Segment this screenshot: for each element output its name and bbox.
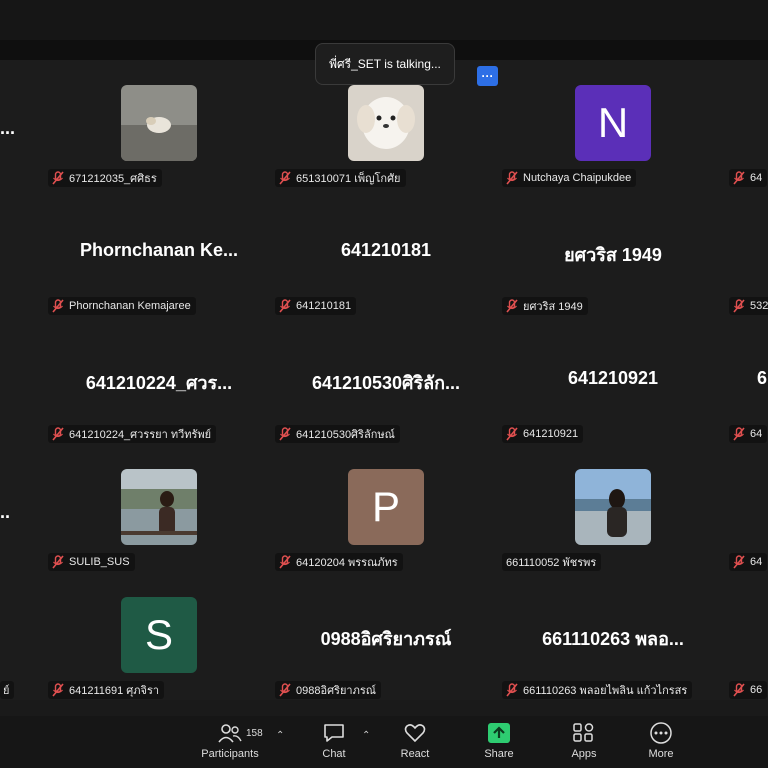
participant-label: ยศวริส 1949 <box>502 297 588 315</box>
mic-muted-icon <box>733 555 745 569</box>
participant-tile[interactable]: 661110052 พัชรพร <box>500 444 726 571</box>
participant-tile[interactable]: ยศวริส 1949 ยศวริส 1949 <box>500 188 726 315</box>
participants-caret[interactable]: ⌃ <box>276 730 284 741</box>
left-tile-name-2: .. <box>0 502 11 522</box>
video-gallery: ... .. 671212035_ศศิธร 651310071 เพ็ญโกศ… <box>0 60 768 700</box>
participant-avatar: S <box>121 597 197 673</box>
more-button[interactable]: More <box>629 722 693 760</box>
mic-muted-icon <box>52 427 64 441</box>
mic-muted-icon <box>279 171 291 185</box>
share-button[interactable]: Share <box>467 722 531 760</box>
more-options-button[interactable]: ··· <box>477 66 498 86</box>
participant-tile[interactable]: 641210224_ศวร... 641210224_ศวรรยา ทวีทรั… <box>46 316 272 443</box>
mic-muted-icon <box>506 683 518 697</box>
apps-icon <box>573 723 594 742</box>
mic-muted-icon <box>52 555 64 569</box>
mic-muted-icon <box>733 299 745 313</box>
participant-tile[interactable]: P 64120204 พรรณภัทร <box>273 444 499 571</box>
participant-label: 66 <box>729 681 768 699</box>
participant-label: 661110263 พลอยไพลิน แก้วไกรสร <box>502 681 693 699</box>
mic-muted-icon <box>733 683 745 697</box>
participant-photo <box>575 469 651 545</box>
participant-tile[interactable]: 641210530ศิริลัก... 641210530ศิริลักษณ์ <box>273 316 499 443</box>
participant-tile[interactable]: 661110263 พลอ... 661110263 พลอยไพลิน แก้… <box>500 572 726 699</box>
participant-photo <box>348 85 424 161</box>
participant-name-display: 6 <box>757 368 768 388</box>
meeting-toolbar: Participants 158 ⌃ Chat ⌃ React Share Ap… <box>0 716 768 768</box>
participant-tile[interactable]: SULIB_SUS <box>46 444 272 571</box>
participant-tile[interactable]: 0988อิศริยาภรณ์ 0988อิศริยาภรณ์ <box>273 572 499 699</box>
mic-muted-icon <box>733 171 745 185</box>
participant-tile[interactable]: 641210921 641210921 <box>500 316 726 443</box>
mic-muted-icon <box>279 555 291 569</box>
participant-label: SULIB_SUS <box>48 553 135 571</box>
participant-tile[interactable]: 671212035_ศศิธร <box>46 60 272 187</box>
participant-name-display: 661110263 พลอ... <box>542 629 684 649</box>
heart-icon <box>404 724 426 743</box>
participant-label: 641210530ศิริลักษณ์ <box>275 425 400 443</box>
participant-label: 651310071 เพ็ญโกศัย <box>275 169 406 187</box>
participant-avatar: P <box>348 469 424 545</box>
mic-muted-icon <box>506 299 518 313</box>
participant-label: 64 <box>729 553 768 571</box>
chat-button[interactable]: Chat <box>302 722 366 760</box>
participant-tile[interactable]: 66 <box>727 572 768 699</box>
participant-tile[interactable]: 641210181 641210181 <box>273 188 499 315</box>
more-icon <box>650 722 672 744</box>
talking-indicator: พี่ศรี_SET is talking... <box>315 43 455 85</box>
participant-name-display: 0988อิศริยาภรณ์ <box>320 629 452 649</box>
participant-tile[interactable]: 64 <box>727 444 768 571</box>
participant-label: 64120204 พรรณภัทร <box>275 553 403 571</box>
participant-name-display: ยศวริส 1949 <box>564 245 662 265</box>
chat-caret[interactable]: ⌃ <box>362 730 370 741</box>
participants-count: 158 <box>246 728 263 739</box>
participant-tile[interactable]: Phornchanan Ke... Phornchanan Kemajaree <box>46 188 272 315</box>
participant-tile[interactable]: S 641211691 ศุภจิรา <box>46 572 272 699</box>
participant-name-display: 641210921 <box>567 368 659 388</box>
share-screen-icon <box>488 723 510 743</box>
participant-label: Phornchanan Kemajaree <box>48 297 196 315</box>
apps-button[interactable]: Apps <box>552 722 616 760</box>
participant-label: 641210224_ศวรรยา ทวีทรัพย์ <box>48 425 217 443</box>
participant-tile[interactable]: N Nutchaya Chaipukdee <box>500 60 726 187</box>
participant-label: 0988อิศริยาภรณ์ <box>275 681 381 699</box>
participant-tile[interactable]: 64 <box>727 60 768 187</box>
chat-icon <box>324 724 344 742</box>
top-bar <box>0 0 768 40</box>
mic-muted-icon <box>279 299 291 313</box>
participant-label: ย์ <box>0 681 15 699</box>
participant-tile[interactable]: 6 64 <box>727 316 768 443</box>
participant-photo <box>121 469 197 545</box>
participant-label: Nutchaya Chaipukdee <box>502 169 637 187</box>
participant-name-display: 641210224_ศวร... <box>85 373 233 393</box>
mic-muted-icon <box>279 683 291 697</box>
participant-label: 671212035_ศศิธร <box>48 169 162 187</box>
participant-label: 661110052 พัชรพร <box>502 553 602 571</box>
participant-photo <box>121 85 197 161</box>
participant-name-display: 641210181 <box>340 240 432 260</box>
participant-label: 641210181 <box>275 297 357 315</box>
participant-label: 641211691 ศุภจิรา <box>48 681 165 699</box>
participant-name-display: Phornchanan Ke... <box>79 240 239 260</box>
participants-icon <box>218 724 242 743</box>
mic-muted-icon <box>279 427 291 441</box>
mic-muted-icon <box>52 171 64 185</box>
mic-muted-icon <box>506 427 518 441</box>
mic-muted-icon <box>506 171 518 185</box>
participant-avatar: N <box>575 85 651 161</box>
mic-muted-icon <box>52 299 64 313</box>
mic-muted-icon <box>52 683 64 697</box>
react-button[interactable]: React <box>383 722 447 760</box>
participant-label: 64 <box>729 425 768 443</box>
participant-label: 532 <box>729 297 768 315</box>
mic-muted-icon <box>733 427 745 441</box>
participant-label: 641210921 <box>502 425 584 443</box>
participant-label: 64 <box>729 169 768 187</box>
participant-name-display: 641210530ศิริลัก... <box>311 373 461 393</box>
left-tile-name-1: ... <box>0 118 16 138</box>
participant-tile[interactable]: 532 <box>727 188 768 315</box>
participant-tile[interactable]: ย์ <box>0 572 40 699</box>
